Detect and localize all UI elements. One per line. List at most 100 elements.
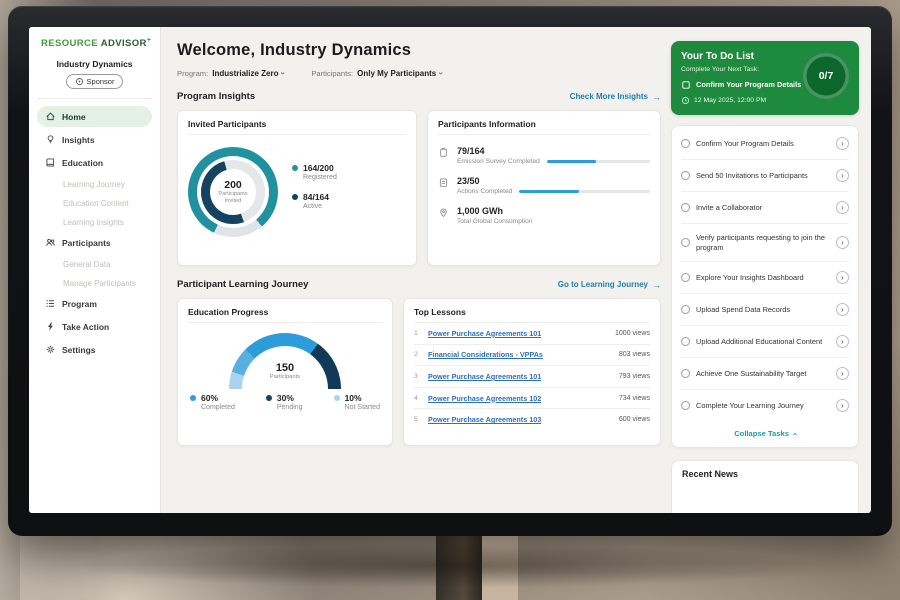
sidebar-item-learning-journey[interactable]: Learning Journey <box>37 175 152 193</box>
arrow-right-icon: → <box>652 92 661 102</box>
clipboard-icon <box>438 147 449 158</box>
sidebar-item-label: Education Content <box>63 199 129 208</box>
sidebar-item-education-content[interactable]: Education Content <box>37 194 152 212</box>
lesson-link[interactable]: Power Purchase Agreements 101 <box>428 372 541 381</box>
chevron-right-icon[interactable]: › <box>836 399 849 412</box>
progress-fill <box>519 190 579 193</box>
sidebar-item-label: Learning Journey <box>63 180 125 189</box>
legend-dot-navy <box>292 194 298 200</box>
task-checkbox[interactable] <box>681 305 690 314</box>
monitor-shadow <box>70 544 830 588</box>
legend-completed: 60% Completed <box>190 393 235 411</box>
survey-progress-bar <box>547 160 650 163</box>
card-title: Top Lessons <box>414 307 650 323</box>
task-row-invite-collaborator[interactable]: Invite a Collaborator › <box>681 192 849 224</box>
sidebar-item-label: Insights <box>62 135 95 145</box>
program-filter-label: Program: <box>177 69 208 78</box>
gauge-center: 150 Participants <box>188 362 382 380</box>
task-checkbox[interactable] <box>681 238 690 247</box>
legend-dot-teal <box>292 165 298 171</box>
info-label: Actions Completed <box>457 188 512 195</box>
chevron-right-icon[interactable]: › <box>836 201 849 214</box>
sidebar-item-participants[interactable]: Participants <box>37 232 152 253</box>
check-more-insights-link[interactable]: Check More Insights → <box>570 92 661 102</box>
task-row-upload-spend-data[interactable]: Upload Spend Data Records › <box>681 294 849 326</box>
sponsor-badge[interactable]: Sponsor <box>66 74 124 89</box>
participants-dropdown[interactable]: Participants: Only My Participants › <box>311 69 443 78</box>
pin-icon <box>438 207 449 218</box>
chevron-right-icon[interactable]: › <box>836 236 849 249</box>
task-checkbox[interactable] <box>681 273 690 282</box>
task-label: Confirm Your Program Details <box>696 139 830 149</box>
task-row-upload-educational-content[interactable]: Upload Additional Educational Content › <box>681 326 849 358</box>
legend-active: 84/164 Active <box>292 192 337 210</box>
invited-participants-card: Invited Participants 200 Participants In… <box>177 110 417 266</box>
task-checkbox[interactable] <box>681 401 690 410</box>
info-row-actions: 23/50 Actions Completed <box>438 176 650 195</box>
task-row-verify-participants[interactable]: Verify participants requesting to join t… <box>681 224 849 262</box>
legend-pending: 30% Pending <box>266 393 303 411</box>
task-checkbox[interactable] <box>681 203 690 212</box>
task-label: Invite a Collaborator <box>696 203 830 213</box>
chevron-right-icon[interactable]: › <box>836 367 849 380</box>
lesson-link[interactable]: Financial Considerations - VPPAs <box>428 350 543 359</box>
lesson-rank: 5 <box>414 416 422 423</box>
chevron-right-icon[interactable]: › <box>836 271 849 284</box>
task-row-achieve-target[interactable]: Achieve One Sustainability Target › <box>681 358 849 390</box>
checkbox-icon[interactable] <box>681 80 691 90</box>
legend-label: Registered <box>303 174 337 181</box>
chevron-right-icon[interactable]: › <box>836 303 849 316</box>
go-to-learning-journey-link[interactable]: Go to Learning Journey → <box>558 280 661 290</box>
task-checkbox[interactable] <box>681 139 690 148</box>
sidebar-item-insights[interactable]: Insights <box>37 129 152 150</box>
lesson-link[interactable]: Power Purchase Agreements 101 <box>428 329 541 338</box>
info-row-consumption: 1,000 GWh Total Global Consumption <box>438 206 650 225</box>
sidebar-item-label: General Data <box>63 260 111 269</box>
sidebar-item-learning-insights[interactable]: Learning Insights <box>37 213 152 231</box>
sidebar-item-program[interactable]: Program <box>37 293 152 314</box>
legend-label: Pending <box>277 404 303 411</box>
donut-center: 200 Participants Invited <box>210 169 256 215</box>
collapse-label: Collapse Tasks <box>734 429 789 438</box>
lesson-row: 1 Power Purchase Agreements 101 1000 vie… <box>414 323 650 345</box>
sidebar: RESOURCE ADVISOR+ Industry Dynamics Spon… <box>29 27 161 513</box>
sidebar-item-manage-participants[interactable]: Manage Participants <box>37 274 152 292</box>
sidebar-item-settings[interactable]: Settings <box>37 339 152 360</box>
collapse-tasks-link[interactable]: Collapse Tasks › <box>681 421 849 445</box>
program-dropdown[interactable]: Program: Industrialize Zero › <box>177 69 285 78</box>
education-gauge-chart <box>229 333 341 389</box>
task-checkbox[interactable] <box>681 171 690 180</box>
lesson-row: 5 Power Purchase Agreements 103 600 view… <box>414 409 650 430</box>
lesson-link[interactable]: Power Purchase Agreements 103 <box>428 415 541 424</box>
sidebar-item-label: Education <box>62 158 103 168</box>
legend-label: Not Started <box>345 404 380 411</box>
task-checkbox[interactable] <box>681 369 690 378</box>
chevron-right-icon[interactable]: › <box>836 169 849 182</box>
participants-filter-value: Only My Participants <box>357 69 436 78</box>
link-label: Check More Insights <box>570 92 648 101</box>
legend-registered: 164/200 Registered <box>292 163 337 181</box>
link-label: Go to Learning Journey <box>558 280 648 289</box>
invited-donut-chart: 200 Participants Invited <box>188 147 278 237</box>
task-row-complete-learning-journey[interactable]: Complete Your Learning Journey › <box>681 390 849 421</box>
task-checkbox[interactable] <box>681 337 690 346</box>
sidebar-item-home[interactable]: Home <box>37 106 152 127</box>
lesson-link[interactable]: Power Purchase Agreements 102 <box>428 394 541 403</box>
program-insights-header: Program Insights Check More Insights → <box>177 91 661 102</box>
lesson-views: 734 views <box>619 395 650 402</box>
participants-information-card: Participants Information 79/164 Emission… <box>427 110 661 266</box>
sidebar-item-take-action[interactable]: Take Action <box>37 316 152 337</box>
chevron-right-icon[interactable]: › <box>836 335 849 348</box>
lesson-rank: 4 <box>414 395 422 402</box>
chevron-right-icon[interactable]: › <box>836 137 849 150</box>
lesson-row: 2 Financial Considerations - VPPAs 803 v… <box>414 345 650 367</box>
org-name: Industry Dynamics <box>37 59 152 69</box>
task-row-confirm-program[interactable]: Confirm Your Program Details › <box>681 128 849 160</box>
task-row-send-invitations[interactable]: Send 50 Invitations to Participants › <box>681 160 849 192</box>
sidebar-item-education[interactable]: Education <box>37 152 152 173</box>
sidebar-item-general-data[interactable]: General Data <box>37 255 152 273</box>
todo-progress-badge: 0/7 <box>803 53 849 99</box>
gauge-legend: 60% Completed 30% Pending 10% Not Starte… <box>188 393 382 422</box>
task-row-explore-insights[interactable]: Explore Your Insights Dashboard › <box>681 262 849 294</box>
lesson-row: 4 Power Purchase Agreements 102 734 view… <box>414 388 650 410</box>
